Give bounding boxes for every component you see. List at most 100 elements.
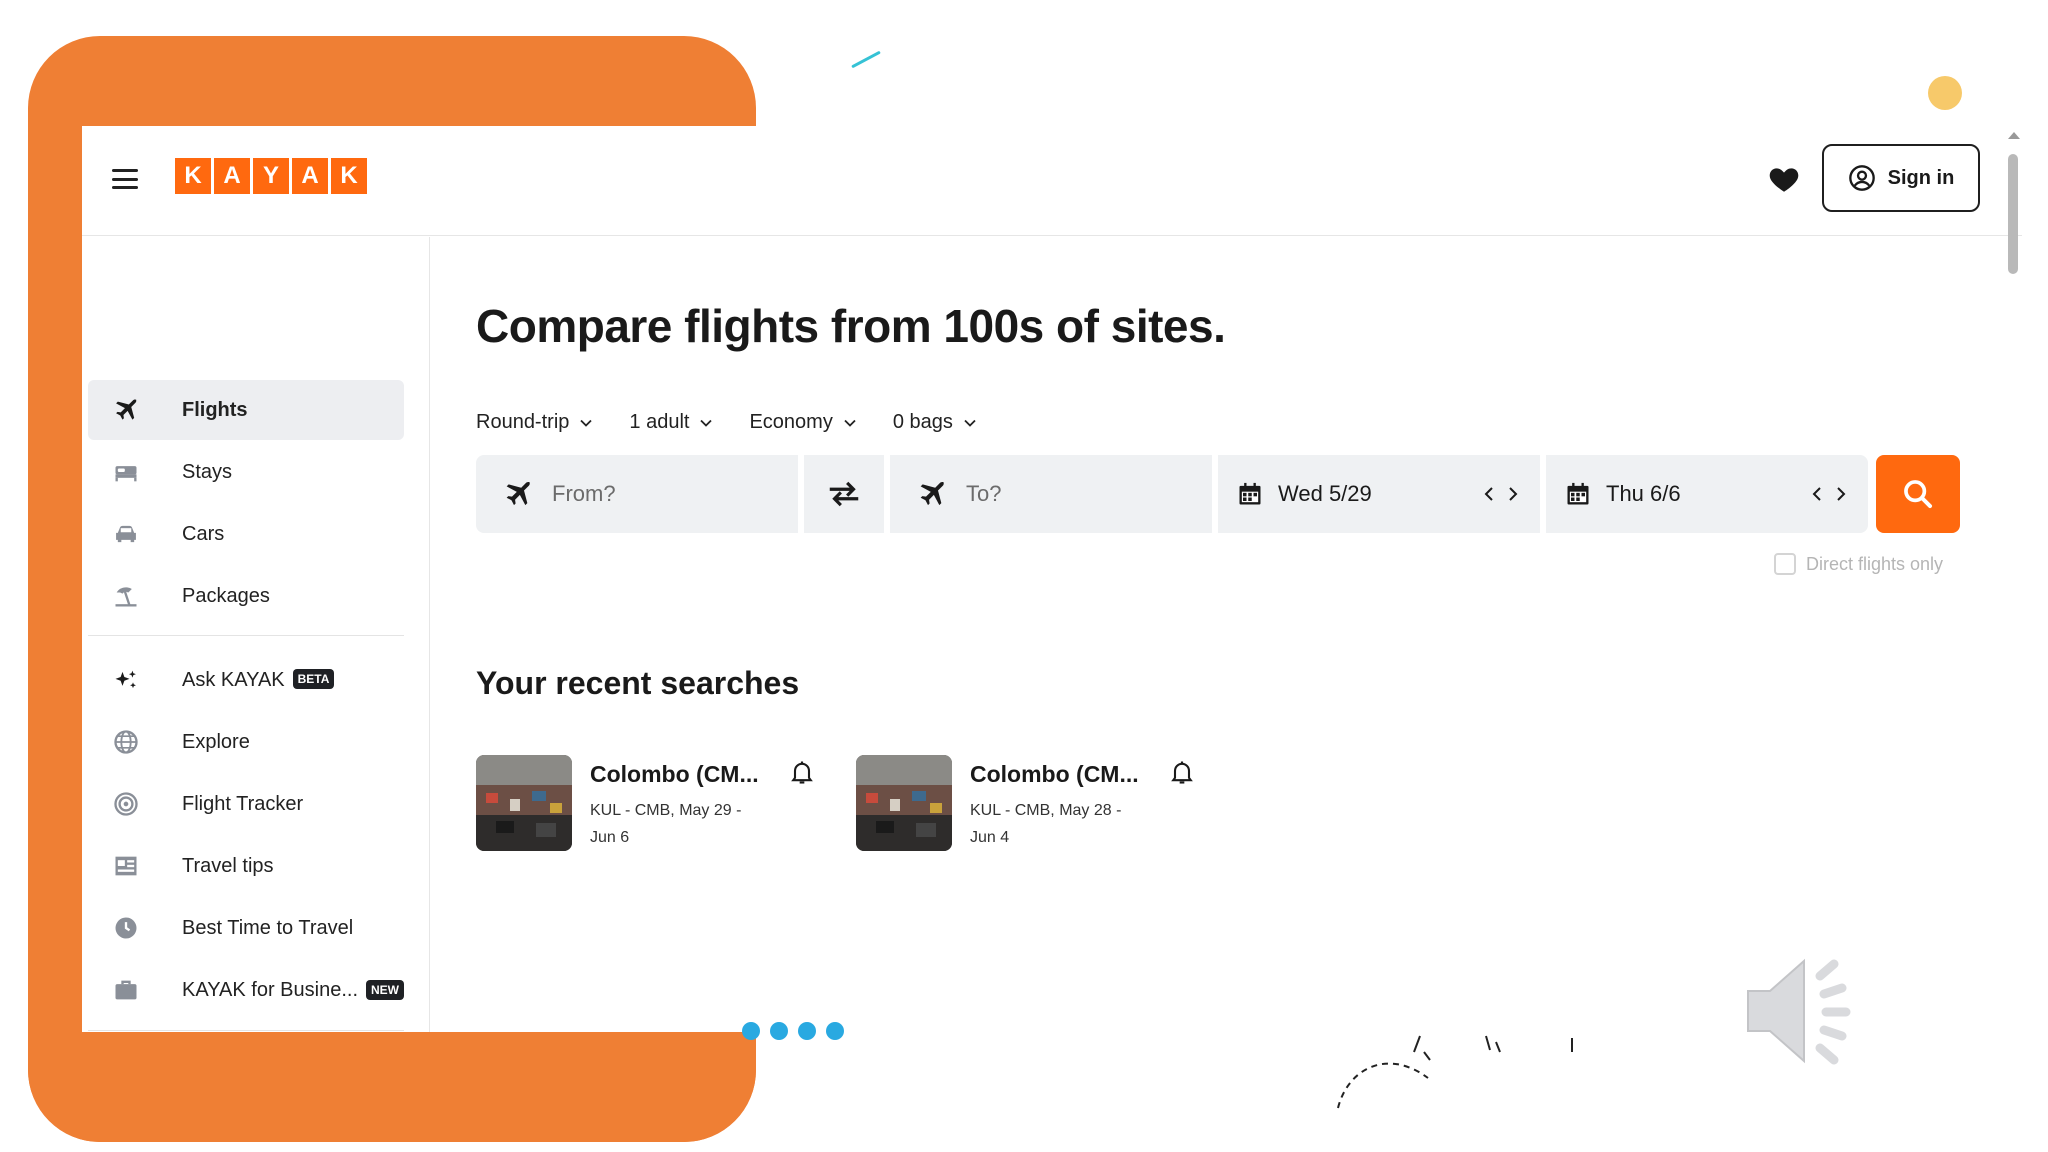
sidebar-item-label: Flight Tracker: [182, 792, 304, 815]
sidebar-item-label: Ask KAYAK: [182, 668, 285, 691]
kayak-browser-window: K A Y A K Sign in Flights Stays Cars Pac…: [82, 126, 2022, 1032]
date-stepper[interactable]: [1482, 485, 1520, 503]
recent-search-dates: Jun 6: [590, 829, 630, 846]
calendar-icon: [1567, 482, 1589, 505]
destination-input[interactable]: To?: [890, 455, 1212, 533]
travelers-label: 1 adult: [629, 411, 690, 433]
chevron-down-icon: [844, 419, 856, 427]
return-date-value: Thu 6/6: [1606, 481, 1681, 506]
destination-placeholder: To?: [966, 481, 1002, 506]
date-stepper[interactable]: [1810, 485, 1848, 503]
sparkle-icon: [112, 666, 140, 694]
logo-letter: A: [292, 158, 328, 194]
search-options-row: Round-trip 1 adult Economy 0 bags: [476, 411, 977, 434]
sidebar-item-label: Travel tips: [182, 854, 274, 877]
sidebar-item-packages[interactable]: Packages: [88, 566, 404, 626]
recent-search-route: KUL - CMB, May 29 -: [590, 802, 742, 819]
chevron-right-icon[interactable]: [1506, 485, 1520, 503]
origin-input[interactable]: From?: [476, 455, 798, 533]
logo-letter: K: [175, 158, 211, 194]
slide-orange-backdrop-bottom: [28, 1036, 756, 1142]
sidebar-item-travel-tips[interactable]: Travel tips: [88, 836, 404, 896]
sidebar-item-flights[interactable]: Flights: [88, 380, 404, 440]
sidebar-item-label: KAYAK for Busine...: [182, 978, 359, 1001]
direct-flights-label: Direct flights only: [1806, 553, 1944, 574]
recent-search-card[interactable]: Colombo (CM... KUL - CMB, May 29 - Jun 6: [476, 755, 836, 855]
scrollbar-thumb[interactable]: [2008, 154, 2018, 274]
airplane-icon: [112, 396, 140, 424]
sidebar-divider: [88, 635, 404, 636]
target-icon: [112, 790, 140, 818]
cabin-class-dropdown[interactable]: Economy: [749, 411, 856, 434]
sidebar-item-best-time[interactable]: Best Time to Travel: [88, 898, 404, 958]
beta-badge: BETA: [292, 668, 335, 689]
sidebar-item-flight-tracker[interactable]: Flight Tracker: [88, 774, 404, 834]
search-icon: [1904, 480, 1933, 509]
heart-icon[interactable]: [1767, 162, 1801, 196]
logo-letter: A: [214, 158, 250, 194]
chevron-down-icon: [964, 419, 976, 427]
page-title: Compare flights from 100s of sites.: [476, 300, 1226, 352]
chevron-left-icon[interactable]: [1482, 485, 1496, 503]
destination-thumbnail: [856, 755, 952, 851]
slide-teal-dash: [851, 50, 881, 69]
sidebar-item-label: Best Time to Travel: [182, 916, 354, 939]
globe-icon: [112, 728, 140, 756]
sidebar-item-label: Packages: [182, 584, 270, 607]
sidebar-item-cars[interactable]: Cars: [88, 504, 404, 564]
bags-dropdown[interactable]: 0 bags: [893, 411, 977, 434]
main-content: Compare flights from 100s of sites. Roun…: [430, 237, 2004, 1032]
kayak-logo[interactable]: K A Y A K: [175, 158, 367, 194]
sidebar-item-stays[interactable]: Stays: [88, 442, 404, 502]
recent-search-details: KUL - CMB, May 28 - Jun 4: [970, 797, 1150, 851]
speaker-icon[interactable]: [1728, 946, 1878, 1076]
sidebar-item-label: Flights: [182, 398, 248, 421]
trip-type-dropdown[interactable]: Round-trip: [476, 411, 593, 434]
slide-blue-dots: [742, 1022, 844, 1040]
travelers-dropdown[interactable]: 1 adult: [629, 411, 713, 434]
scroll-up-icon[interactable]: [2008, 132, 2020, 139]
sidebar-nav: Flights Stays Cars Packages Ask KAYAK BE…: [82, 237, 430, 1032]
chevron-down-icon: [700, 419, 713, 427]
sidebar-item-label: Explore: [182, 730, 250, 753]
sidebar-divider: [88, 1030, 404, 1031]
beach-umbrella-icon: [112, 582, 140, 610]
sidebar-item-label: Stays: [182, 460, 233, 483]
direct-flights-checkbox[interactable]: Direct flights only: [1774, 553, 1943, 575]
recent-search-route: KUL - CMB, May 28 -: [970, 802, 1122, 819]
sidebar-item-business[interactable]: KAYAK for Busine... NEW: [88, 960, 404, 1020]
chevron-left-icon[interactable]: [1810, 485, 1824, 503]
sign-in-button[interactable]: Sign in: [1822, 144, 1980, 212]
search-button[interactable]: [1876, 455, 1960, 533]
car-icon: [112, 520, 140, 548]
new-badge: NEW: [366, 980, 404, 1000]
logo-letter: Y: [253, 158, 289, 194]
chevron-right-icon[interactable]: [1834, 485, 1848, 503]
sidebar-item-label: Cars: [182, 522, 225, 545]
sidebar-item-label-wrap: Ask KAYAK BETA: [182, 668, 335, 692]
user-circle-icon: [1848, 165, 1875, 191]
swap-arrows-icon: [829, 481, 859, 507]
departure-date-field[interactable]: Wed 5/29: [1218, 455, 1540, 533]
chevron-down-icon: [580, 419, 593, 427]
trip-type-label: Round-trip: [476, 411, 570, 433]
recent-search-title: Colombo (CM...: [590, 761, 759, 787]
hamburger-icon[interactable]: [112, 169, 138, 189]
checkbox-box[interactable]: [1774, 553, 1796, 575]
recent-search-title: Colombo (CM...: [970, 761, 1139, 787]
top-bar: K A Y A K Sign in: [82, 126, 2022, 236]
return-date-field[interactable]: Thu 6/6: [1546, 455, 1868, 533]
sidebar-item-explore[interactable]: Explore: [88, 712, 404, 772]
swap-button[interactable]: [804, 455, 884, 533]
bell-icon[interactable]: [788, 757, 816, 787]
sidebar-item-ask-kayak[interactable]: Ask KAYAK BETA: [88, 650, 404, 710]
recent-searches-title: Your recent searches: [476, 665, 800, 701]
slide-yellow-dot: [1928, 76, 1962, 110]
airplane-icon: [920, 481, 944, 506]
bell-icon[interactable]: [1168, 757, 1196, 787]
slide-sketch-doodle: [1337, 1035, 1573, 1109]
sign-in-label: Sign in: [1887, 166, 1955, 189]
recent-search-card[interactable]: Colombo (CM... KUL - CMB, May 28 - Jun 4: [856, 755, 1216, 855]
briefcase-icon: [112, 976, 140, 1004]
bags-label: 0 bags: [892, 411, 953, 433]
